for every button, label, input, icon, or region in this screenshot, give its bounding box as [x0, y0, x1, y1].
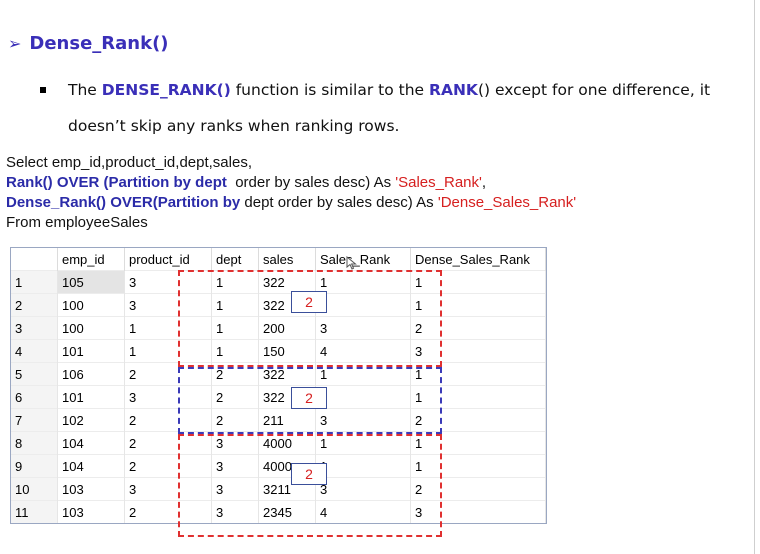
heading-title: Dense_Rank() [29, 33, 169, 54]
row-number[interactable]: 3 [11, 316, 58, 340]
row-number[interactable]: 9 [11, 454, 58, 478]
tie-rank-callout: 2 [291, 463, 327, 485]
cell-emp-id[interactable]: 104 [57, 431, 125, 455]
header-dense-sales-rank[interactable]: Dense_Sales_Rank [410, 248, 546, 271]
header-emp-id[interactable]: emp_id [57, 248, 125, 271]
row-number[interactable]: 2 [11, 293, 58, 317]
tie-rank-callout: 2 [291, 291, 327, 313]
sql-query: Select emp_id,product_id,dept,sales, Ran… [6, 153, 576, 233]
sql-line-1: Select emp_id,product_id,dept,sales, [6, 154, 252, 171]
bullet-text-pre: The [68, 81, 102, 99]
row-number[interactable]: 4 [11, 339, 58, 363]
sql-comma: , [481, 174, 487, 191]
row-number[interactable]: 11 [11, 500, 58, 523]
keyword-rank: RANK [429, 81, 478, 99]
keyword-dense-rank: DENSE_RANK() [101, 81, 231, 99]
tie-rank-callout: 2 [291, 387, 327, 409]
partition-dept-1-box [178, 270, 442, 367]
header-dept[interactable]: dept [211, 248, 259, 271]
slide-heading: ➢ Dense_Rank() [8, 33, 169, 54]
row-number[interactable]: 6 [11, 385, 58, 409]
cell-emp-id[interactable]: 106 [57, 362, 125, 386]
mouse-cursor-icon [346, 256, 357, 270]
results-header-row: emp_id product_id dept sales Sales_Rank … [11, 248, 546, 271]
bullet-point: The DENSE_RANK() function is similar to … [40, 72, 752, 144]
slide-edge [754, 0, 755, 554]
sql-line-3: Dense_Rank() OVER(Partition by dept orde… [6, 193, 576, 213]
sql-order-clause: order by sales desc) As [226, 174, 396, 191]
cell-emp-id[interactable]: 104 [57, 454, 125, 478]
cell-emp-id[interactable]: 105 [57, 270, 125, 294]
row-number[interactable]: 7 [11, 408, 58, 432]
sql-alias-sales-rank: 'Sales_Rank' [395, 174, 482, 191]
header-rownum [11, 248, 58, 271]
header-product-id[interactable]: product_id [124, 248, 212, 271]
row-number[interactable]: 8 [11, 431, 58, 455]
sql-rank-over: Rank() OVER (Partition by dept [6, 174, 227, 191]
row-number[interactable]: 1 [11, 270, 58, 294]
cell-emp-id[interactable]: 101 [57, 339, 125, 363]
sql-line-2: Rank() OVER (Partition by dept order by … [6, 173, 576, 193]
cell-emp-id[interactable]: 103 [57, 500, 125, 523]
cell-emp-id[interactable]: 103 [57, 477, 125, 501]
cell-emp-id[interactable]: 102 [57, 408, 125, 432]
sql-dense-rank-over: Dense_Rank() OVER(Partition by [6, 194, 241, 211]
bullet-text: The DENSE_RANK() function is similar to … [68, 72, 752, 144]
bullet-text-mid: function is similar to the [230, 81, 430, 99]
row-number[interactable]: 10 [11, 477, 58, 501]
sql-order-clause: dept order by sales desc) As [240, 194, 438, 211]
sql-line-4: From employeeSales [6, 214, 148, 231]
slide: ➢ Dense_Rank() The DENSE_RANK() function… [0, 0, 760, 554]
cell-emp-id[interactable]: 100 [57, 316, 125, 340]
header-sales[interactable]: sales [258, 248, 316, 271]
cell-emp-id[interactable]: 100 [57, 293, 125, 317]
arrow-bullet-icon: ➢ [8, 34, 22, 53]
row-number[interactable]: 5 [11, 362, 58, 386]
partition-dept-3-box [178, 434, 442, 537]
square-bullet-icon [40, 87, 46, 93]
sql-alias-dense-sales-rank: 'Dense_Sales_Rank' [437, 194, 577, 211]
cell-emp-id[interactable]: 101 [57, 385, 125, 409]
header-sales-rank[interactable]: Sales_Rank [315, 248, 411, 271]
